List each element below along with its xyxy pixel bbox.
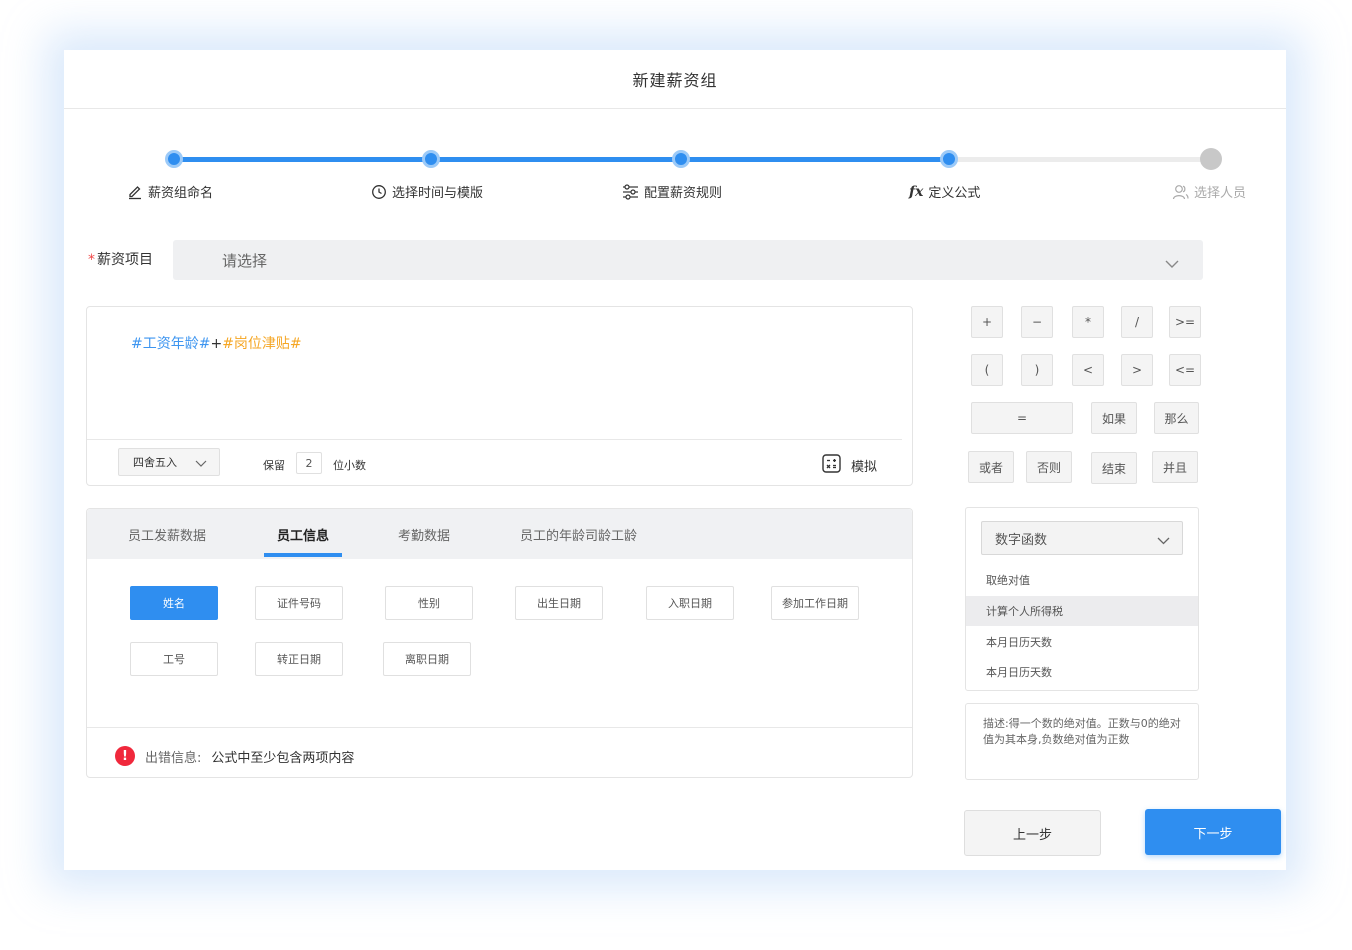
step-dot-time-template[interactable] bbox=[422, 150, 440, 168]
chevron-down-icon bbox=[1157, 534, 1170, 549]
field-chip-hire-date[interactable]: 入职日期 bbox=[646, 586, 734, 620]
next-step-button[interactable]: 下一步 bbox=[1145, 809, 1281, 855]
field-chip-birth-date[interactable]: 出生日期 bbox=[515, 586, 603, 620]
step-label-text: 选择人员 bbox=[1194, 186, 1247, 201]
salary-item-label: * 薪资项目 bbox=[88, 249, 153, 269]
function-description: 描述:得一个数的绝对值。正数与0的绝对值为其本身,负数绝对值为正数 bbox=[965, 703, 1199, 780]
formula-operator: + bbox=[210, 336, 223, 352]
tab-employee-age-seniority[interactable]: 员工的年龄司龄工龄 bbox=[520, 525, 637, 544]
keep-label: 保留 bbox=[263, 459, 285, 472]
decimal-label: 位小数 bbox=[333, 459, 366, 472]
step-label-text: 薪资组命名 bbox=[148, 186, 214, 201]
formula-variable: #岗位津贴# bbox=[222, 336, 302, 352]
tab-bar: 员工发薪数据 员工信息 考勤数据 员工的年龄司龄工龄 bbox=[87, 509, 912, 559]
tab-employee-pay-data[interactable]: 员工发薪数据 bbox=[128, 525, 206, 544]
rounding-mode-select[interactable]: 四舍五入 bbox=[118, 448, 220, 476]
user-icon bbox=[1172, 184, 1189, 200]
field-chip-regularization-date[interactable]: 转正日期 bbox=[255, 642, 343, 676]
operator-divide-button[interactable]: / bbox=[1121, 306, 1153, 338]
step-label-text: 定义公式 bbox=[928, 186, 981, 201]
simulate-button[interactable]: 模拟 bbox=[822, 454, 877, 477]
step-label-text: 配置薪资规则 bbox=[644, 186, 723, 201]
formula-variable: #工资年龄# bbox=[131, 336, 211, 352]
function-panel: 数字函数 取绝对值 计算个人所得税 本月日历天数 本月日历天数 bbox=[965, 507, 1199, 691]
function-category-value: 数字函数 bbox=[995, 532, 1048, 548]
step-label-text: 选择时间与模版 bbox=[392, 186, 484, 201]
step-dot-formula[interactable] bbox=[940, 150, 958, 168]
step-personnel[interactable]: 选择人员 bbox=[1172, 182, 1246, 201]
sliders-icon bbox=[622, 183, 639, 200]
keyword-or-button[interactable]: 或者 bbox=[968, 451, 1014, 483]
calculator-icon bbox=[822, 454, 841, 477]
field-chip-leave-date[interactable]: 离职日期 bbox=[383, 642, 471, 676]
stepper-remaining-line bbox=[949, 157, 1211, 162]
field-chip-work-start-date[interactable]: 参加工作日期 bbox=[771, 586, 859, 620]
operator-lte-button[interactable]: <= bbox=[1169, 354, 1201, 386]
error-icon: ! bbox=[115, 746, 135, 766]
operator-equals-button[interactable]: = bbox=[971, 402, 1073, 434]
keyword-else-button[interactable]: 否则 bbox=[1026, 451, 1072, 483]
step-dot-personnel[interactable] bbox=[1200, 148, 1222, 170]
function-item[interactable]: 本月日历天数 bbox=[966, 657, 1198, 687]
operator-multiply-button[interactable]: * bbox=[1072, 306, 1104, 338]
formula-editor[interactable]: #工资年龄#+#岗位津贴# 四舍五入 保留 2 位小数 模拟 bbox=[86, 306, 913, 486]
keyword-and-button[interactable]: 并且 bbox=[1152, 451, 1198, 483]
operator-plus-button[interactable]: + bbox=[971, 306, 1003, 338]
field-tabs-panel: 员工发薪数据 员工信息 考勤数据 员工的年龄司龄工龄 姓名 证件号码 性别 出生… bbox=[86, 508, 913, 778]
decimal-digits-input[interactable]: 2 bbox=[296, 452, 322, 474]
error-message: ! 出错信息: 公式中至少包含两项内容 bbox=[115, 746, 354, 766]
error-text: 公式中至少包含两项内容 bbox=[211, 750, 355, 766]
operator-right-paren-button[interactable]: ) bbox=[1021, 354, 1053, 386]
operator-minus-button[interactable]: − bbox=[1021, 306, 1053, 338]
salary-item-label-text: 薪资项目 bbox=[97, 252, 153, 268]
divider bbox=[87, 727, 912, 728]
keyword-then-button[interactable]: 那么 bbox=[1154, 402, 1199, 434]
salary-item-select[interactable]: 请选择 bbox=[173, 240, 1203, 280]
keyword-if-button[interactable]: 如果 bbox=[1091, 402, 1137, 434]
tab-employee-info[interactable]: 员工信息 bbox=[277, 525, 329, 544]
step-dot-rules[interactable] bbox=[672, 150, 690, 168]
simulate-label: 模拟 bbox=[851, 460, 878, 475]
divider bbox=[87, 439, 902, 440]
field-chip-id-number[interactable]: 证件号码 bbox=[255, 586, 343, 620]
field-chip-employee-number[interactable]: 工号 bbox=[130, 642, 218, 676]
operator-left-paren-button[interactable]: ( bbox=[971, 354, 1003, 386]
salary-item-placeholder: 请选择 bbox=[222, 252, 268, 270]
operator-gt-button[interactable]: > bbox=[1121, 354, 1153, 386]
function-item[interactable]: 取绝对值 bbox=[966, 565, 1198, 595]
formula-text[interactable]: #工资年龄#+#岗位津贴# bbox=[131, 333, 302, 353]
step-formula[interactable]: fx 定义公式 bbox=[909, 182, 981, 202]
field-chip-gender[interactable]: 性别 bbox=[385, 586, 473, 620]
previous-step-button[interactable]: 上一步 bbox=[964, 810, 1101, 856]
step-naming[interactable]: 薪资组命名 bbox=[127, 182, 213, 201]
function-item[interactable]: 本月日历天数 bbox=[966, 627, 1198, 657]
step-rules[interactable]: 配置薪资规则 bbox=[622, 182, 722, 201]
step-time-template[interactable]: 选择时间与模版 bbox=[371, 182, 483, 201]
new-salary-group-dialog: 新建薪资组 薪资组命名 选择时间与模版 配置薪资规则 fx 定义公式 选择人员 … bbox=[64, 50, 1286, 870]
stepper-progress-line bbox=[174, 157, 949, 162]
dialog-title: 新建薪资组 bbox=[64, 50, 1286, 109]
rounding-mode-value: 四舍五入 bbox=[133, 456, 177, 469]
active-tab-indicator bbox=[264, 553, 342, 557]
fx-icon: fx bbox=[909, 183, 924, 200]
chevron-down-icon bbox=[1165, 254, 1179, 273]
step-dot-naming[interactable] bbox=[165, 150, 183, 168]
required-mark: * bbox=[88, 252, 95, 268]
operator-lt-button[interactable]: < bbox=[1072, 354, 1104, 386]
clock-icon bbox=[371, 184, 387, 200]
tab-attendance-data[interactable]: 考勤数据 bbox=[398, 525, 450, 544]
edit-icon bbox=[127, 184, 143, 200]
field-chip-name[interactable]: 姓名 bbox=[130, 586, 218, 620]
function-category-select[interactable]: 数字函数 bbox=[981, 521, 1183, 555]
keyword-end-button[interactable]: 结束 bbox=[1091, 452, 1137, 484]
operator-gte-button[interactable]: >= bbox=[1169, 306, 1201, 338]
error-label: 出错信息: bbox=[145, 750, 202, 766]
chevron-down-icon bbox=[195, 458, 207, 471]
function-item[interactable]: 计算个人所得税 bbox=[966, 596, 1198, 626]
